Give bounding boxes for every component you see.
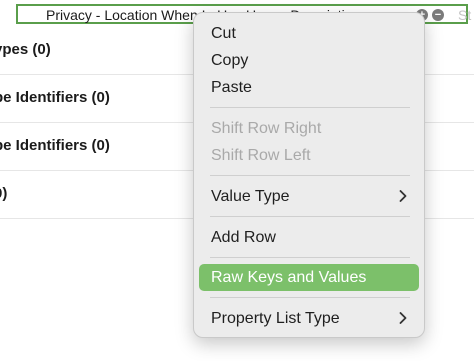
row-key-label: pe Identifiers (0) (0, 137, 110, 154)
menu-item-label: Property List Type (211, 310, 340, 327)
chevron-right-icon (399, 312, 407, 324)
menu-separator (210, 107, 410, 108)
menu-item-value-type[interactable]: Value Type (199, 183, 419, 210)
menu-item-label: Cut (211, 25, 236, 42)
menu-item-label: Shift Row Right (211, 120, 322, 137)
menu-separator (210, 257, 410, 258)
row-key-label: 0) (0, 185, 8, 202)
menu-item-copy[interactable]: Copy (199, 47, 419, 74)
menu-item-label: Add Row (211, 229, 276, 246)
menu-item-property-list-type[interactable]: Property List Type (199, 305, 419, 332)
menu-item-raw-keys-and-values[interactable]: Raw Keys and Values (199, 264, 419, 291)
menu-separator (210, 175, 410, 176)
menu-item-add-row[interactable]: Add Row (199, 224, 419, 251)
menu-item-label: Copy (211, 52, 249, 69)
menu-separator (210, 297, 410, 298)
menu-item-label: Shift Row Left (211, 147, 311, 164)
remove-row-icon[interactable]: − (432, 9, 444, 21)
menu-item-label: Paste (211, 79, 252, 96)
menu-item-cut[interactable]: Cut (199, 20, 419, 47)
menu-item-shift-row-right[interactable]: Shift Row Right (199, 115, 419, 142)
menu-item-paste[interactable]: Paste (199, 74, 419, 101)
context-menu: Cut Copy Paste Shift Row Right Shift Row… (193, 12, 425, 338)
type-column-value: St (458, 7, 472, 23)
plist-editor-window: Privacy - Location When In Use Usage Des… (0, 0, 474, 361)
menu-item-label: Value Type (211, 188, 290, 205)
row-key-label: ypes (0) (0, 41, 51, 58)
chevron-right-icon (399, 190, 407, 202)
menu-item-shift-row-left[interactable]: Shift Row Left (199, 142, 419, 169)
row-key-label: pe Identifiers (0) (0, 89, 110, 106)
menu-item-label: Raw Keys and Values (211, 269, 367, 286)
menu-separator (210, 216, 410, 217)
